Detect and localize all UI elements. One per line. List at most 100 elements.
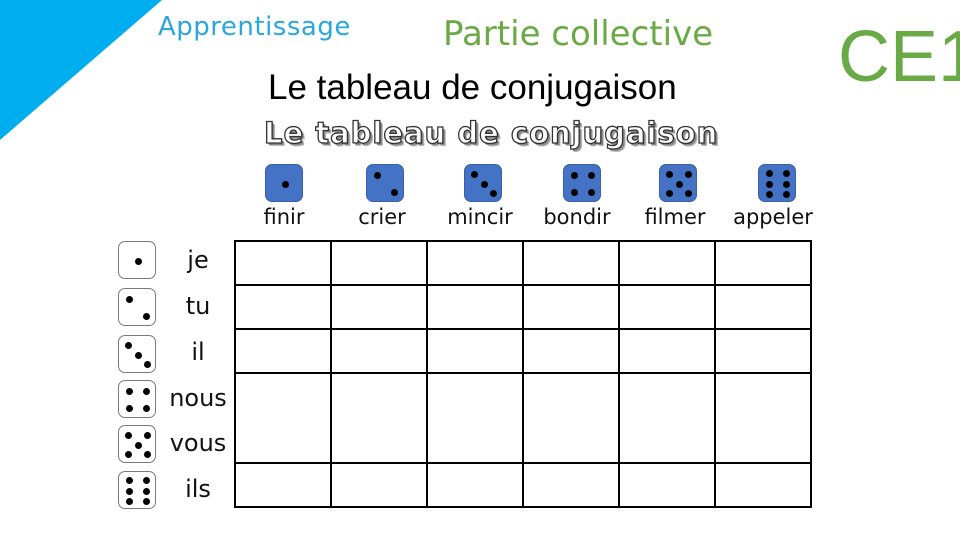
die-pip — [125, 387, 133, 395]
die-pip — [143, 498, 151, 506]
die-pip — [570, 171, 578, 179]
grid-cell[interactable] — [618, 240, 716, 286]
die-pip — [134, 351, 142, 359]
grid-cell[interactable] — [330, 372, 428, 464]
die-pip — [471, 171, 478, 178]
grid-cell[interactable] — [618, 372, 716, 464]
die-six-icon — [118, 471, 156, 509]
verb-label: filmer — [644, 205, 706, 229]
grid-cell[interactable] — [330, 328, 428, 374]
verb-label: crier — [358, 205, 406, 229]
die-pip — [125, 342, 132, 349]
grid-cell[interactable] — [234, 284, 332, 330]
die-pip — [143, 313, 151, 321]
level-badge: CE1 — [838, 17, 960, 97]
pronoun-label: je — [187, 246, 209, 274]
die-four-icon — [563, 164, 601, 202]
grid-cell[interactable] — [426, 284, 524, 330]
die-pip — [685, 190, 692, 197]
page-title: Le tableau de conjugaison — [268, 68, 677, 107]
die-five-icon — [118, 425, 156, 463]
die-three-icon — [118, 335, 156, 373]
grid-cell[interactable] — [522, 240, 620, 286]
category-label: Apprentissage — [158, 12, 351, 42]
die-one-icon — [265, 164, 303, 202]
die-pip — [765, 180, 773, 188]
die-pip — [134, 441, 142, 449]
grid-cell[interactable] — [234, 240, 332, 286]
die-pip — [125, 432, 132, 439]
grid-cell[interactable] — [714, 462, 812, 508]
verb-label: finir — [263, 205, 305, 229]
die-pip — [783, 169, 791, 177]
grid-cell[interactable] — [426, 372, 524, 464]
verb-label: appeler — [733, 205, 813, 229]
pronoun-label: tu — [185, 292, 211, 320]
die-pip — [685, 171, 692, 178]
grid-cell[interactable] — [618, 284, 716, 330]
die-pip — [143, 487, 151, 495]
pronoun-label: il — [191, 338, 205, 366]
die-pip — [125, 487, 133, 495]
grid-cell[interactable] — [234, 462, 332, 508]
die-two-icon — [118, 288, 156, 326]
grid-cell[interactable] — [714, 328, 812, 374]
die-pip — [666, 171, 673, 178]
grid-cell[interactable] — [522, 328, 620, 374]
die-pip — [125, 476, 133, 484]
grid-cell[interactable] — [618, 462, 716, 508]
die-pip — [480, 180, 488, 188]
grid-cell[interactable] — [714, 372, 812, 464]
grid-cell[interactable] — [714, 240, 812, 286]
die-pip — [281, 180, 289, 188]
die-pip — [391, 189, 399, 197]
grid-cell[interactable] — [522, 372, 620, 464]
die-pip — [125, 451, 132, 458]
die-six-icon — [758, 164, 796, 202]
die-pip — [570, 189, 578, 197]
grid-cell[interactable] — [234, 328, 332, 374]
die-pip — [144, 432, 151, 439]
verb-label: bondir — [543, 205, 611, 229]
grid-cell[interactable] — [426, 462, 524, 508]
die-pip — [134, 257, 142, 265]
grid-row-tu — [234, 284, 812, 330]
decorative-title: Le tableau de conjugaison — [263, 115, 719, 150]
die-pip — [125, 405, 133, 413]
die-pip — [783, 191, 791, 199]
die-pip — [765, 191, 773, 199]
die-pip — [125, 295, 133, 303]
grid-cell[interactable] — [330, 284, 428, 330]
die-four-icon — [118, 380, 156, 418]
grid-row-il — [234, 328, 812, 374]
grid-cell[interactable] — [522, 284, 620, 330]
grid-cell[interactable] — [426, 240, 524, 286]
grid-cell[interactable] — [426, 328, 524, 374]
grid-cell[interactable] — [714, 284, 812, 330]
die-one-icon — [118, 241, 156, 279]
pronoun-label: nous — [169, 384, 227, 412]
grid-row-nous-vous — [234, 372, 812, 464]
die-pip — [490, 190, 497, 197]
pronoun-label: vous — [169, 429, 227, 457]
grid-cell[interactable] — [234, 372, 332, 464]
conjugation-grid — [234, 240, 812, 508]
grid-cell[interactable] — [522, 462, 620, 508]
grid-row-je — [234, 240, 812, 286]
die-pip — [143, 387, 151, 395]
die-pip — [675, 180, 683, 188]
die-pip — [666, 190, 673, 197]
die-pip — [144, 451, 151, 458]
die-pip — [125, 498, 133, 506]
grid-cell[interactable] — [330, 462, 428, 508]
corner-decoration — [0, 0, 162, 140]
die-pip — [765, 169, 773, 177]
die-pip — [588, 189, 596, 197]
pronoun-label: ils — [185, 475, 211, 503]
verb-label: mincir — [447, 205, 513, 229]
grid-cell[interactable] — [618, 328, 716, 374]
die-three-icon — [464, 164, 502, 202]
die-pip — [143, 476, 151, 484]
section-label: Partie collective — [443, 14, 714, 54]
grid-cell[interactable] — [330, 240, 428, 286]
